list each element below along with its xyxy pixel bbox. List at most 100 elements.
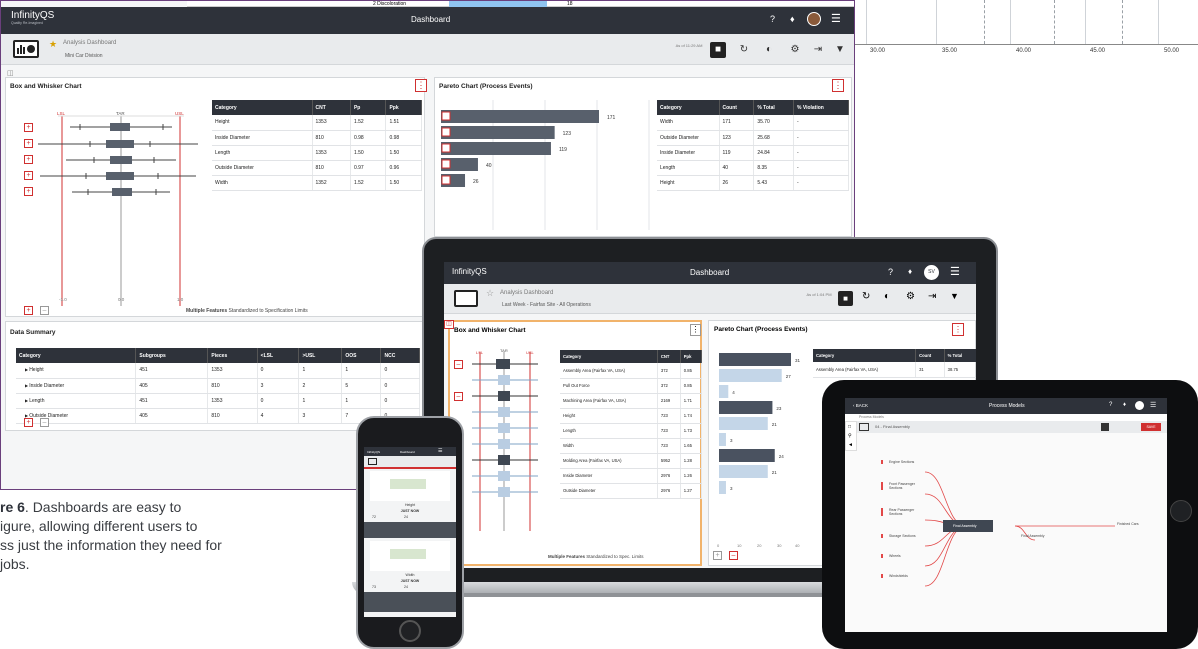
help-icon[interactable]: ? [1109,402,1112,408]
tablet-home-button[interactable] [1170,500,1192,522]
column-header[interactable]: Category [813,349,917,362]
avatar[interactable] [1135,401,1144,410]
column-header[interactable]: Pp [350,100,387,115]
table-row[interactable]: Assembly Area (Fairfax VA, USA) 372 0.85 [560,363,703,379]
export-icon[interactable]: ⇥ [810,42,826,58]
bell-icon[interactable]: ♦ [790,14,795,24]
collapse-icon[interactable]: ◫ [7,69,14,77]
table-row[interactable]: Height 723 1.74 [560,408,703,424]
panel-menu-button[interactable]: ⋮ [832,79,844,92]
expand-bar-button[interactable] [441,175,451,185]
table-row[interactable]: Outside Diameter 810 0.97 0.96 [212,160,422,176]
pareto-bar[interactable] [719,401,773,414]
node-final-assembly[interactable]: Final Assembly [1013,534,1053,538]
column-header[interactable]: OOS [341,348,382,363]
select-tool-icon[interactable]: □ [848,424,851,430]
pareto-bar[interactable] [719,449,775,462]
avatar[interactable] [807,12,821,28]
lock-icon[interactable]: ■ [710,42,726,58]
save-button[interactable]: SAVE [1141,423,1161,431]
process-node[interactable]: Engine Sections [881,460,925,464]
column-header[interactable]: Subgroups [135,348,209,363]
menu-icon[interactable]: ☰ [438,448,442,454]
refresh-icon[interactable]: ↻ [862,291,870,302]
panel-menu-button[interactable]: ⋮ [952,323,964,336]
column-header[interactable]: Category [560,350,658,363]
column-header[interactable]: NCC [380,348,420,363]
add-button[interactable]: + [713,551,722,560]
phone-home-button[interactable] [399,620,421,642]
collapse-icon[interactable]: ◫ [444,320,454,329]
column-header[interactable]: Pieces [207,348,258,363]
table-row[interactable]: Height 26 5.43- [657,175,850,191]
expand-bar-button[interactable] [441,159,451,169]
table-row[interactable]: Length 723 1.73 [560,423,703,439]
pareto-bar[interactable] [719,481,726,494]
table-row[interactable]: Length 1353 1.50 1.50 [212,145,422,161]
menu-icon[interactable]: ☰ [1150,401,1156,409]
bell-icon[interactable]: ♦ [1123,402,1126,408]
chart-card[interactable] [370,541,450,571]
table-row[interactable]: Height 1353 1.52 1.51 [212,115,422,131]
table-row[interactable]: ▶ Outside Diameter4058104370 [16,408,420,424]
gauge-icon[interactable]: ◐ [884,291,890,302]
collapse-button[interactable]: – [40,306,49,315]
add-button[interactable]: + [24,418,33,427]
model-icon[interactable] [859,423,869,431]
dashboard-icon[interactable] [454,290,478,307]
export-icon[interactable]: ⇥ [928,291,936,302]
back-button[interactable]: ‹ BACK [853,403,868,408]
menu-icon[interactable]: ☰ [950,265,960,278]
lock-icon[interactable]: ■ [838,291,853,306]
table-row[interactable]: Outside Diameter 2976 1.27 [560,483,703,499]
expand-bar-button[interactable] [441,111,451,121]
table-row[interactable]: Inside Diameter 2976 1.26 [560,468,703,484]
expand-arrow-icon[interactable]: ▶ [19,398,29,403]
pareto-bar[interactable] [719,433,726,446]
column-header[interactable]: CNT [312,100,351,115]
table-row[interactable]: Assembly Area (Fairfax VA, USA) 31 38.75 [813,362,976,378]
table-row[interactable]: ▶ Inside Diameter 405 810 3 2 5 0 [16,378,420,394]
add-button[interactable]: + [24,306,33,315]
expand-row-button[interactable]: – [454,360,463,369]
expand-arrow-icon[interactable]: ▶ [19,383,29,388]
pareto-bar[interactable] [719,417,768,430]
logo[interactable]: InfinityQS [367,450,380,454]
star-icon[interactable]: ☆ [486,288,494,299]
process-node[interactable]: Wheels [881,554,925,558]
process-node[interactable]: Windshields [881,574,925,578]
panel-menu-button[interactable]: ⋮ [415,79,427,92]
expand-arrow-icon[interactable]: ▶ [19,367,29,372]
table-row[interactable]: ▶ Length 451 1353 0 1 1 0 [16,393,420,409]
expand-arrow-icon[interactable]: ▶ [19,413,29,418]
table-row[interactable]: Outside Diameter 123 25.68- [657,130,850,146]
gear-icon[interactable]: ⚙ [787,42,803,58]
table-row[interactable]: Machining Area (Fairfax VA, USA) 2169 1.71 [560,393,703,409]
avatar[interactable]: SV [924,265,939,280]
expand-row-button[interactable]: – [454,392,463,401]
column-header[interactable]: Category [16,348,137,363]
pareto-bar[interactable] [719,385,729,398]
panel-menu-button[interactable]: ⋮ [690,324,701,336]
column-header[interactable]: % Total [944,349,976,362]
expand-bar-button[interactable] [441,127,451,137]
column-header[interactable]: CNT [657,350,681,363]
pareto-bar[interactable] [719,465,768,478]
logo[interactable]: InfinityQS [452,267,487,276]
expand-bar-button[interactable] [441,143,451,153]
help-icon[interactable]: ? [770,14,775,24]
gauge-icon[interactable]: ◐ [761,42,777,58]
dashboard-icon[interactable] [368,458,377,465]
pareto-bar[interactable] [441,142,551,155]
expand-row-button[interactable]: + [24,139,33,148]
table-row[interactable]: Width 1352 1.52 1.50 [212,175,422,191]
dashboard-icon[interactable] [13,40,39,58]
process-node[interactable]: Storage Sections [881,534,925,538]
table-row[interactable]: Length 40 8.35- [657,160,850,176]
gear-icon[interactable]: ⚙ [906,291,915,302]
table-row[interactable]: Width 171 35.70- [657,115,850,131]
expand-row-button[interactable]: + [24,187,33,196]
column-header[interactable]: >USL [298,348,343,363]
chart-card[interactable] [370,471,450,501]
pareto-bar[interactable] [441,126,555,139]
